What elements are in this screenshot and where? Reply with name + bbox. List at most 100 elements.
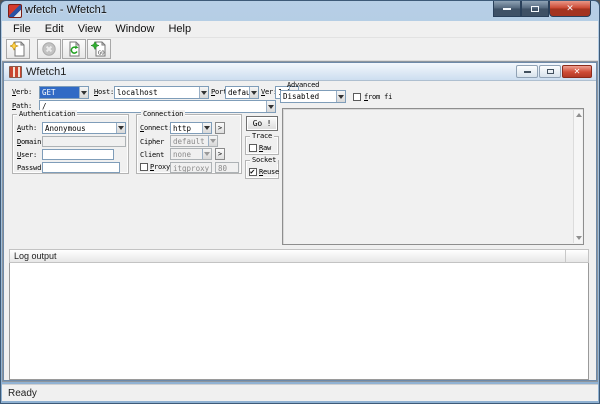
- scroll-up-icon[interactable]: [576, 113, 582, 117]
- go-request-button[interactable]: GO: [87, 39, 111, 59]
- user-field[interactable]: [42, 149, 114, 160]
- status-bar: Ready: [2, 384, 598, 401]
- connect-label: Connect:: [140, 124, 173, 132]
- proxy-host-field: itgproxy: [170, 162, 212, 173]
- wfetch1-child-window: Wfetch1 ✕ Verb: GET Host: localhost Port…: [3, 62, 597, 381]
- menu-edit[interactable]: Edit: [38, 22, 71, 36]
- scroll-down-icon[interactable]: [576, 236, 582, 240]
- passwd-field[interactable]: [42, 162, 120, 173]
- client-more-button[interactable]: >: [215, 148, 225, 160]
- advanced-label: Advanced: [287, 81, 320, 89]
- log-output-area[interactable]: [9, 263, 589, 380]
- new-request-button[interactable]: [6, 39, 30, 59]
- proxy-port-field: 80: [215, 162, 239, 173]
- panel-scrollbar[interactable]: [573, 110, 582, 243]
- socket-reuse-checkbox[interactable]: [249, 167, 257, 176]
- trace-raw-checkbox[interactable]: [249, 144, 257, 152]
- host-combobox[interactable]: localhost: [114, 86, 209, 99]
- log-output-header-label[interactable]: Log output: [10, 250, 566, 262]
- go-request-icon: GO: [91, 41, 106, 57]
- trace-title: Trace: [250, 132, 275, 140]
- host-dropdown-icon[interactable]: [199, 87, 208, 98]
- auth-combobox[interactable]: Anonymous: [42, 122, 126, 134]
- maximize-button[interactable]: [521, 1, 549, 17]
- connection-group: Connection Connect: http > Cipher defaul…: [136, 110, 242, 174]
- status-text: Ready: [8, 387, 37, 399]
- domain-label: Domain:: [17, 138, 46, 146]
- child-close-button[interactable]: ✕: [562, 65, 592, 78]
- new-request-icon: [10, 41, 25, 57]
- refresh-icon: [69, 41, 80, 57]
- wfetch-application-window: wfetch - Wfetch1 ✕ File Edit View Window…: [0, 0, 600, 404]
- verb-value: GET: [40, 87, 79, 98]
- menu-file[interactable]: File: [6, 22, 38, 36]
- verb-dropdown-icon[interactable]: [79, 87, 88, 98]
- connect-dropdown-icon[interactable]: [202, 123, 211, 133]
- passwd-label: Passwd:: [17, 164, 46, 172]
- from-file-checkbox[interactable]: [353, 93, 361, 101]
- connection-title: Connection: [141, 110, 186, 118]
- svg-text:GO: GO: [98, 51, 105, 57]
- maximize-icon: [531, 5, 539, 12]
- auth-value: Anonymous: [45, 124, 86, 133]
- child-minimize-icon: [523, 70, 531, 73]
- cipher-combobox: default: [170, 135, 218, 147]
- connect-more-button[interactable]: >: [215, 122, 225, 134]
- child-window-title: Wfetch1: [26, 66, 67, 78]
- minimize-icon: [503, 7, 511, 10]
- stop-button: [37, 39, 61, 59]
- menu-window[interactable]: Window: [108, 22, 161, 36]
- port-dropdown-icon[interactable]: [249, 87, 258, 98]
- minimize-button[interactable]: [493, 1, 521, 17]
- window-title: wfetch - Wfetch1: [25, 4, 107, 16]
- advanced-dropdown-icon[interactable]: [336, 91, 345, 102]
- menu-view[interactable]: View: [71, 22, 109, 36]
- window-titlebar[interactable]: wfetch - Wfetch1 ✕: [1, 1, 599, 21]
- from-file-label: from fi: [364, 93, 393, 101]
- log-output-header-spacer: [566, 250, 588, 262]
- child-restore-button[interactable]: [539, 65, 561, 78]
- user-label: User:: [17, 151, 38, 159]
- app-icon: [8, 4, 22, 18]
- close-button[interactable]: ✕: [549, 1, 591, 17]
- refresh-button[interactable]: [62, 39, 86, 59]
- connect-combobox[interactable]: http: [170, 122, 212, 134]
- authentication-group: Authentication Auth: Anonymous Domain: U…: [12, 110, 129, 174]
- port-combobox[interactable]: default: [225, 86, 259, 99]
- request-text-panel[interactable]: [282, 108, 584, 245]
- host-label: Host:: [94, 88, 115, 96]
- client-combobox: none: [170, 148, 212, 160]
- verb-combobox[interactable]: GET: [39, 86, 89, 99]
- advanced-combobox[interactable]: Disabled: [280, 90, 346, 103]
- cipher-dropdown-icon: [208, 136, 217, 146]
- request-form: Verb: GET Host: localhost Port default V…: [4, 81, 596, 380]
- log-output-header: Log output: [9, 249, 589, 263]
- authentication-title: Authentication: [17, 110, 78, 118]
- client-label: Client: [140, 151, 165, 159]
- socket-group: Socket Reuse: [245, 156, 280, 179]
- toolbar: GO: [2, 38, 598, 61]
- path-label: Path:: [12, 102, 33, 110]
- path-dropdown-icon[interactable]: [266, 101, 275, 112]
- port-value: default: [228, 88, 249, 97]
- connect-value: http: [173, 124, 192, 133]
- child-window-titlebar[interactable]: Wfetch1 ✕: [4, 63, 596, 81]
- proxy-checkbox[interactable]: [140, 163, 148, 171]
- domain-field: [42, 136, 126, 147]
- go-button[interactable]: Go !: [246, 116, 278, 131]
- trace-group: Trace Raw: [245, 132, 279, 155]
- menu-bar: File Edit View Window Help: [2, 21, 598, 38]
- socket-reuse-label: Reuse: [259, 168, 280, 176]
- child-restore-icon: [546, 69, 554, 74]
- menu-help[interactable]: Help: [161, 22, 198, 36]
- child-minimize-button[interactable]: [516, 65, 538, 78]
- cipher-value: default: [173, 137, 205, 146]
- close-icon: ✕: [566, 3, 574, 13]
- auth-dropdown-icon[interactable]: [116, 123, 125, 133]
- mdi-client-area: Wfetch1 ✕ Verb: GET Host: localhost Port…: [2, 61, 598, 382]
- stop-icon: [42, 42, 56, 56]
- child-close-icon: ✕: [573, 66, 581, 76]
- auth-label: Auth:: [17, 124, 38, 132]
- trace-raw-label: Raw: [259, 144, 272, 152]
- socket-title: Socket: [250, 156, 279, 164]
